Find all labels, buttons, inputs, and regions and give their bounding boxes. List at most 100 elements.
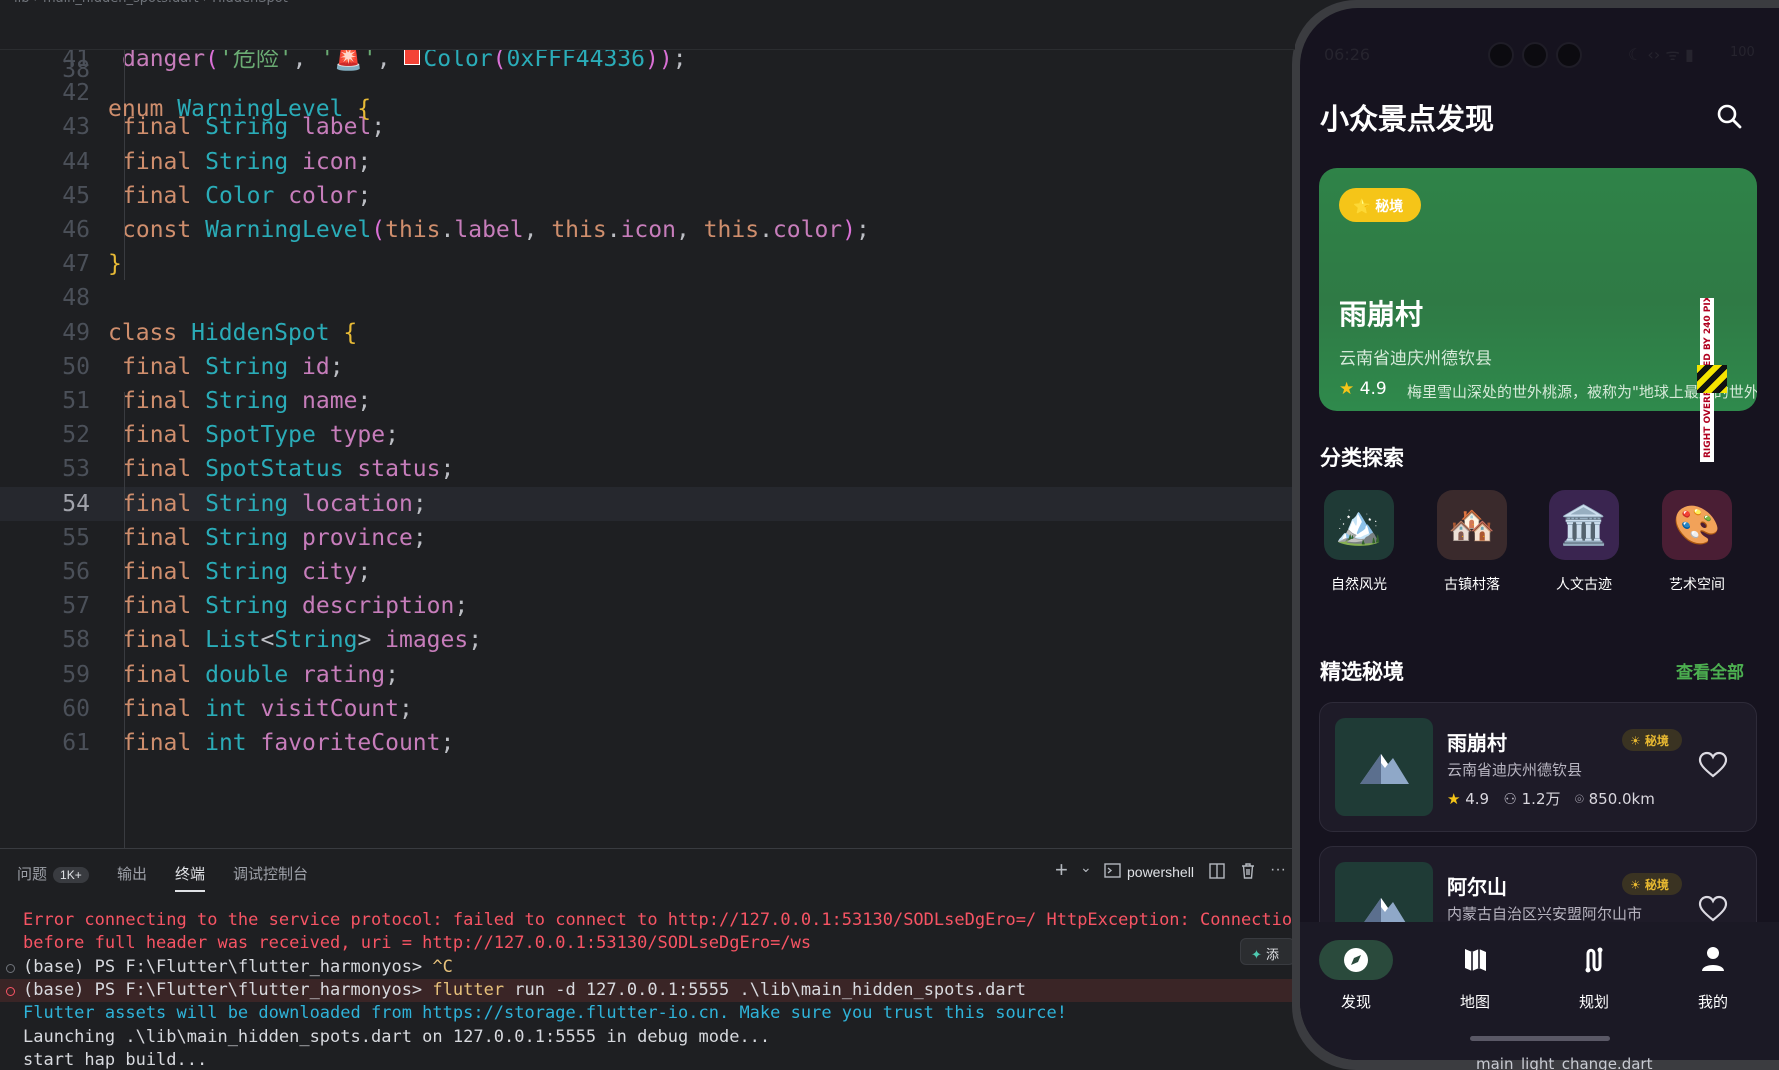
line-number: 46: [62, 217, 90, 243]
code-text: class HiddenSpot {: [108, 319, 358, 346]
home-indicator[interactable]: [1470, 1036, 1610, 1041]
line-number: 58: [62, 627, 90, 654]
spot-thumbnail: [1335, 718, 1433, 816]
new-terminal-button[interactable]: +: [1055, 857, 1068, 883]
spot-card[interactable]: 雨崩村 ☀ 秘境 云南省迪庆州德钦县 ★ 4.9 ⚇ 1.2万 ⌾ 850.0k…: [1319, 702, 1757, 832]
category-icon: 🏔️: [1324, 490, 1394, 560]
error-dot-icon[interactable]: [6, 986, 15, 996]
code-line[interactable]: 48: [0, 281, 1295, 315]
code-text: final SpotType type;: [122, 422, 399, 449]
search-icon[interactable]: [1713, 100, 1747, 134]
category-icon: 🏘️: [1437, 490, 1507, 560]
nav-plan[interactable]: 规划: [1554, 940, 1634, 1012]
terminal-line: before full header was received, uri = h…: [23, 933, 812, 954]
code-line[interactable]: 58 final List<String> images;: [0, 623, 1295, 657]
status-icons: ☾ ‹› ᯤ ▮: [1628, 45, 1694, 64]
spot-location: 内蒙古自治区兴安盟阿尔山市: [1447, 905, 1643, 923]
prompt-dot-icon[interactable]: [6, 963, 15, 973]
code-line[interactable]: 54 final String location;: [0, 486, 1295, 521]
line-number: 47: [62, 251, 90, 278]
code-line[interactable]: 45 final Color color;: [0, 179, 1295, 213]
spot-title: 阿尔山: [1447, 875, 1507, 899]
category-item[interactable]: 🏔️ 自然风光: [1324, 490, 1394, 594]
code-text: const WarningLevel(this.label, this.icon…: [122, 217, 870, 243]
line-number: 57: [62, 593, 90, 620]
trash-icon[interactable]: [1240, 862, 1256, 885]
hidden-gem-badge: ☀ 秘境: [1622, 729, 1682, 751]
line-number: 51: [62, 388, 90, 414]
featured-hero-card[interactable]: ⭐ 秘境 雨崩村 云南省迪庆州德钦县 ★ 4.9 梅里雪山深处的世外桃源，被称为…: [1319, 168, 1757, 411]
code-text: final String id;: [122, 353, 344, 380]
bottom-panel: 问题 1K+ 输出 终端 调试控制台 + ⌄ powershell ··· Err…: [0, 848, 1295, 1070]
people-icon: ⚇: [1503, 790, 1517, 808]
favorite-heart-icon[interactable]: [1698, 751, 1728, 779]
shell-selector[interactable]: powershell: [1127, 864, 1194, 880]
category-label: 人文古迹: [1556, 577, 1612, 593]
line-number: 45: [62, 182, 90, 209]
nav-profile[interactable]: 我的: [1673, 940, 1753, 1012]
line-number: 61: [62, 730, 90, 756]
hero-title: 雨崩村: [1339, 298, 1424, 331]
nav-map[interactable]: 地图: [1435, 940, 1515, 1012]
code-line[interactable]: 49 class HiddenSpot {: [0, 316, 1295, 350]
code-line[interactable]: 56 final String city;: [0, 555, 1295, 589]
category-item[interactable]: 🏘️ 古镇村落: [1437, 490, 1507, 594]
problems-count-badge: 1K+: [53, 867, 89, 883]
code-line[interactable]: 53 final SpotStatus status;: [0, 452, 1295, 486]
code-text: final String icon;: [122, 148, 372, 175]
code-line[interactable]: 59 final double rating;: [0, 658, 1295, 692]
sticky-scroll-header[interactable]: 38 enum WarningLevel {: [0, 12, 1295, 122]
mountain-icon: [1360, 754, 1409, 784]
panel-tabs: 问题 1K+ 输出 终端 调试控制台 + ⌄ powershell ···: [0, 849, 1295, 895]
code-line[interactable]: 46 const WarningLevel(this.label, this.ic…: [0, 213, 1295, 247]
more-actions-icon[interactable]: ···: [1270, 861, 1286, 879]
code-line[interactable]: 52 final SpotType type;: [0, 418, 1295, 452]
status-bar: 06:26 ☾ ‹› ᯤ ▮ 100: [1300, 38, 1779, 68]
favorite-heart-icon[interactable]: [1698, 895, 1728, 923]
spot-location: 云南省迪庆州德钦县: [1447, 761, 1583, 779]
code-line[interactable]: 47}: [0, 247, 1295, 281]
app-title: 小众景点发现: [1320, 102, 1495, 136]
status-time: 06:26: [1324, 45, 1371, 64]
code-line[interactable]: 57 final String description;: [0, 589, 1295, 623]
featured-title: 精选秘境: [1320, 660, 1404, 684]
code-line[interactable]: 50 final String id;: [0, 350, 1295, 384]
line-number: 60: [62, 695, 90, 722]
code-line[interactable]: 44 final String icon;: [0, 145, 1295, 179]
terminal-line: (base) PS F:\Flutter\flutter_harmonyos> …: [0, 956, 1295, 979]
location-pin-icon: ⌾: [1574, 790, 1584, 808]
spot-title: 雨崩村: [1447, 731, 1507, 755]
star-icon: ★: [1447, 790, 1461, 808]
add-context-chip[interactable]: ✦ 添: [1240, 938, 1295, 965]
breadcrumb[interactable]: lib › main_hidden_spots.dart › HiddenSpo…: [14, 0, 288, 9]
nav-discover[interactable]: 发现: [1316, 940, 1396, 1012]
overflow-hazard-stripes: [1697, 365, 1727, 393]
code-text: enum WarningLevel {: [108, 96, 372, 122]
compass-icon: [1319, 940, 1393, 980]
code-line[interactable]: 55 final String province;: [0, 521, 1295, 555]
chevron-down-icon[interactable]: ⌄: [1080, 859, 1092, 876]
tab-output[interactable]: 输出: [117, 863, 147, 884]
code-text: final String province;: [122, 524, 427, 551]
terminal-line: Error connecting to the service protocol…: [23, 910, 1295, 930]
split-terminal-icon[interactable]: [1209, 863, 1225, 884]
tab-terminal[interactable]: 终端: [175, 863, 206, 892]
code-editor[interactable]: lib › main_hidden_spots.dart › HiddenSpo…: [0, 0, 1295, 848]
code-text: final int favoriteCount;: [122, 730, 455, 756]
indent-guide: [124, 392, 125, 848]
hidden-gem-badge: ⭐ 秘境: [1339, 188, 1421, 222]
see-all-link[interactable]: 查看全部: [1676, 658, 1744, 683]
code-text: final double rating;: [122, 661, 399, 688]
category-item[interactable]: 🎨 艺术空间: [1662, 490, 1732, 594]
code-text: final String name;: [122, 388, 372, 414]
code-line[interactable]: 61 final int favoriteCount;: [0, 726, 1295, 760]
code-text: final SpotStatus status;: [122, 456, 455, 483]
tab-debug-console[interactable]: 调试控制台: [233, 863, 308, 884]
line-number: 38: [62, 57, 90, 83]
tab-problems[interactable]: 问题 1K+: [17, 863, 89, 884]
terminal-line: start hap build...: [23, 1049, 208, 1070]
code-line[interactable]: 60 final int visitCount;: [0, 692, 1295, 726]
terminal-line: Launching .\lib\main_hidden_spots.dart o…: [23, 1026, 771, 1047]
code-line[interactable]: 51 final String name;: [0, 384, 1295, 418]
category-item[interactable]: 🏛️ 人文古迹: [1549, 490, 1619, 594]
